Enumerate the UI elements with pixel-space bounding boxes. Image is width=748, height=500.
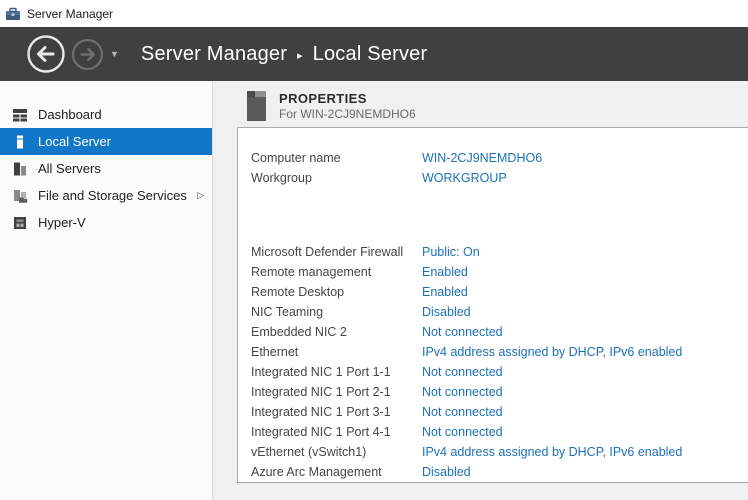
property-row-workgroup: Workgroup WORKGROUP [238, 168, 748, 188]
breadcrumb: Server Manager ▸ Local Server [141, 43, 427, 66]
local-server-icon [12, 134, 28, 150]
property-value-link[interactable]: IPv4 address assigned by DHCP, IPv6 enab… [422, 445, 682, 459]
properties-subtitle: For WIN-2CJ9NEMDHO6 [279, 107, 416, 122]
breadcrumb-root[interactable]: Server Manager [141, 43, 287, 66]
sidebar-item-label: Local Server [38, 134, 111, 149]
property-label: Integrated NIC 1 Port 4-1 [251, 425, 422, 439]
property-value-link[interactable]: Public: On [422, 245, 480, 259]
property-value-link[interactable]: Disabled [422, 465, 471, 479]
property-label: vEthernet (vSwitch1) [251, 445, 422, 459]
property-label: Integrated NIC 1 Port 3-1 [251, 405, 422, 419]
all-servers-icon [12, 161, 28, 177]
properties-header: PROPERTIES For WIN-2CJ9NEMDHO6 [247, 91, 748, 127]
content-area: Dashboard Local Server All Servers [0, 81, 748, 500]
hyper-v-icon [12, 215, 28, 231]
property-row-computer-name: Computer name WIN-2CJ9NEMDHO6 [238, 148, 748, 168]
property-label: Remote Desktop [251, 285, 422, 299]
sidebar: Dashboard Local Server All Servers [0, 81, 213, 500]
forward-button[interactable] [71, 38, 104, 71]
property-row-firewall: Microsoft Defender Firewall Public: On [238, 242, 748, 262]
forward-arrow-icon [71, 38, 104, 71]
property-label: Ethernet [251, 345, 422, 359]
sidebar-item-dashboard[interactable]: Dashboard [0, 101, 212, 128]
expand-chevron-icon[interactable]: ▷ [197, 190, 204, 201]
property-label: Integrated NIC 1 Port 2-1 [251, 385, 422, 399]
property-row-nic-teaming: NIC Teaming Disabled [238, 302, 748, 322]
property-row-integrated-nic-4-1: Integrated NIC 1 Port 4-1 Not connected [238, 422, 748, 442]
property-row-ethernet: Ethernet IPv4 address assigned by DHCP, … [238, 342, 748, 362]
property-value-link[interactable]: WORKGROUP [422, 171, 507, 185]
property-value-link[interactable]: Not connected [422, 405, 503, 419]
property-row-integrated-nic-2-1: Integrated NIC 1 Port 2-1 Not connected [238, 382, 748, 402]
server-manager-app-icon [5, 6, 21, 22]
sidebar-item-label: File and Storage Services [38, 188, 187, 203]
properties-box: Computer name WIN-2CJ9NEMDHO6 Workgroup … [237, 127, 748, 483]
history-dropdown-caret[interactable]: ▼ [110, 49, 119, 59]
property-label: Workgroup [251, 171, 422, 185]
property-row-integrated-nic-3-1: Integrated NIC 1 Port 3-1 Not connected [238, 402, 748, 422]
property-row-remote-desktop: Remote Desktop Enabled [238, 282, 748, 302]
property-label: Computer name [251, 151, 422, 165]
server-manager-window: Server Manager ▼ Server Manager ▸ Local … [0, 0, 748, 500]
property-label: Embedded NIC 2 [251, 325, 422, 339]
server-properties-icon [247, 91, 266, 121]
property-label: Azure Arc Management [251, 465, 422, 479]
property-value-link[interactable]: Not connected [422, 425, 503, 439]
property-group-spacer [238, 188, 748, 242]
breadcrumb-separator-icon: ▸ [297, 49, 303, 62]
property-value-link[interactable]: Not connected [422, 385, 503, 399]
property-row-vethernet: vEthernet (vSwitch1) IPv4 address assign… [238, 442, 748, 462]
breadcrumb-current[interactable]: Local Server [313, 43, 428, 66]
sidebar-item-hyper-v[interactable]: Hyper-V [0, 209, 212, 236]
property-value-link[interactable]: Enabled [422, 285, 468, 299]
navigation-bar: ▼ Server Manager ▸ Local Server [0, 27, 748, 81]
file-storage-services-icon [12, 188, 28, 204]
property-value-link[interactable]: IPv4 address assigned by DHCP, IPv6 enab… [422, 345, 682, 359]
property-value-link[interactable]: Not connected [422, 365, 503, 379]
title-bar: Server Manager [0, 0, 748, 27]
properties-titles: PROPERTIES For WIN-2CJ9NEMDHO6 [279, 91, 416, 122]
back-arrow-icon [26, 34, 66, 74]
sidebar-item-label: All Servers [38, 161, 101, 176]
sidebar-item-label: Hyper-V [38, 215, 86, 230]
property-value-link[interactable]: Not connected [422, 325, 503, 339]
property-row-azure-arc: Azure Arc Management Disabled [238, 462, 748, 482]
property-value-link[interactable]: Disabled [422, 305, 471, 319]
property-row-embedded-nic-2: Embedded NIC 2 Not connected [238, 322, 748, 342]
sidebar-item-file-storage-services[interactable]: File and Storage Services ▷ [0, 182, 212, 209]
property-row-remote-management: Remote management Enabled [238, 262, 748, 282]
property-label: Microsoft Defender Firewall [251, 245, 422, 259]
local-server-panel: PROPERTIES For WIN-2CJ9NEMDHO6 Computer … [213, 81, 748, 500]
sidebar-item-all-servers[interactable]: All Servers [0, 155, 212, 182]
property-value-link[interactable]: WIN-2CJ9NEMDHO6 [422, 151, 542, 165]
window-title: Server Manager [27, 7, 113, 21]
sidebar-item-label: Dashboard [38, 107, 102, 122]
dashboard-icon [12, 107, 28, 123]
back-button[interactable] [26, 34, 66, 74]
property-row-integrated-nic-1-1: Integrated NIC 1 Port 1-1 Not connected [238, 362, 748, 382]
property-label: Remote management [251, 265, 422, 279]
property-label: NIC Teaming [251, 305, 422, 319]
sidebar-item-local-server[interactable]: Local Server [0, 128, 212, 155]
property-value-link[interactable]: Enabled [422, 265, 468, 279]
property-label: Integrated NIC 1 Port 1-1 [251, 365, 422, 379]
properties-title: PROPERTIES [279, 91, 416, 107]
